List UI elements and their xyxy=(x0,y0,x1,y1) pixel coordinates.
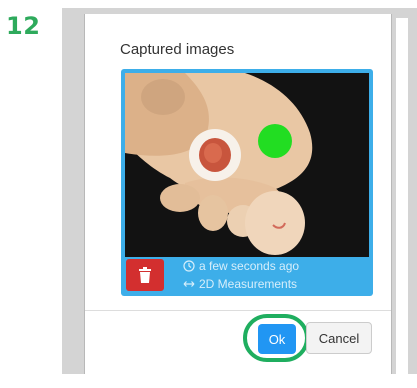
trash-icon xyxy=(139,267,151,283)
clock-icon xyxy=(183,260,195,272)
dialog-title: Captured images xyxy=(120,41,235,58)
footer-divider xyxy=(85,310,391,311)
captured-photo[interactable] xyxy=(125,73,369,257)
capture-time-row: a few seconds ago xyxy=(183,259,299,273)
dialog-bottom-edge xyxy=(85,376,391,388)
ok-button[interactable]: Ok xyxy=(258,324,296,354)
captured-images-dialog: Captured images a few seconds ago 2D Mea… xyxy=(84,14,392,388)
measurement-mode-row: 2D Measurements xyxy=(183,277,297,291)
delete-image-button[interactable] xyxy=(126,259,164,291)
captured-image-card[interactable]: a few seconds ago 2D Measurements xyxy=(121,69,373,296)
capture-time-text: a few seconds ago xyxy=(199,259,300,273)
arrows-horizontal-icon xyxy=(183,281,195,287)
step-number: 12 xyxy=(6,12,41,40)
background-strip xyxy=(396,18,408,374)
cancel-button[interactable]: Cancel xyxy=(306,322,372,354)
measurement-mode-text: 2D Measurements xyxy=(199,277,298,291)
wound-foot-image xyxy=(125,73,369,257)
